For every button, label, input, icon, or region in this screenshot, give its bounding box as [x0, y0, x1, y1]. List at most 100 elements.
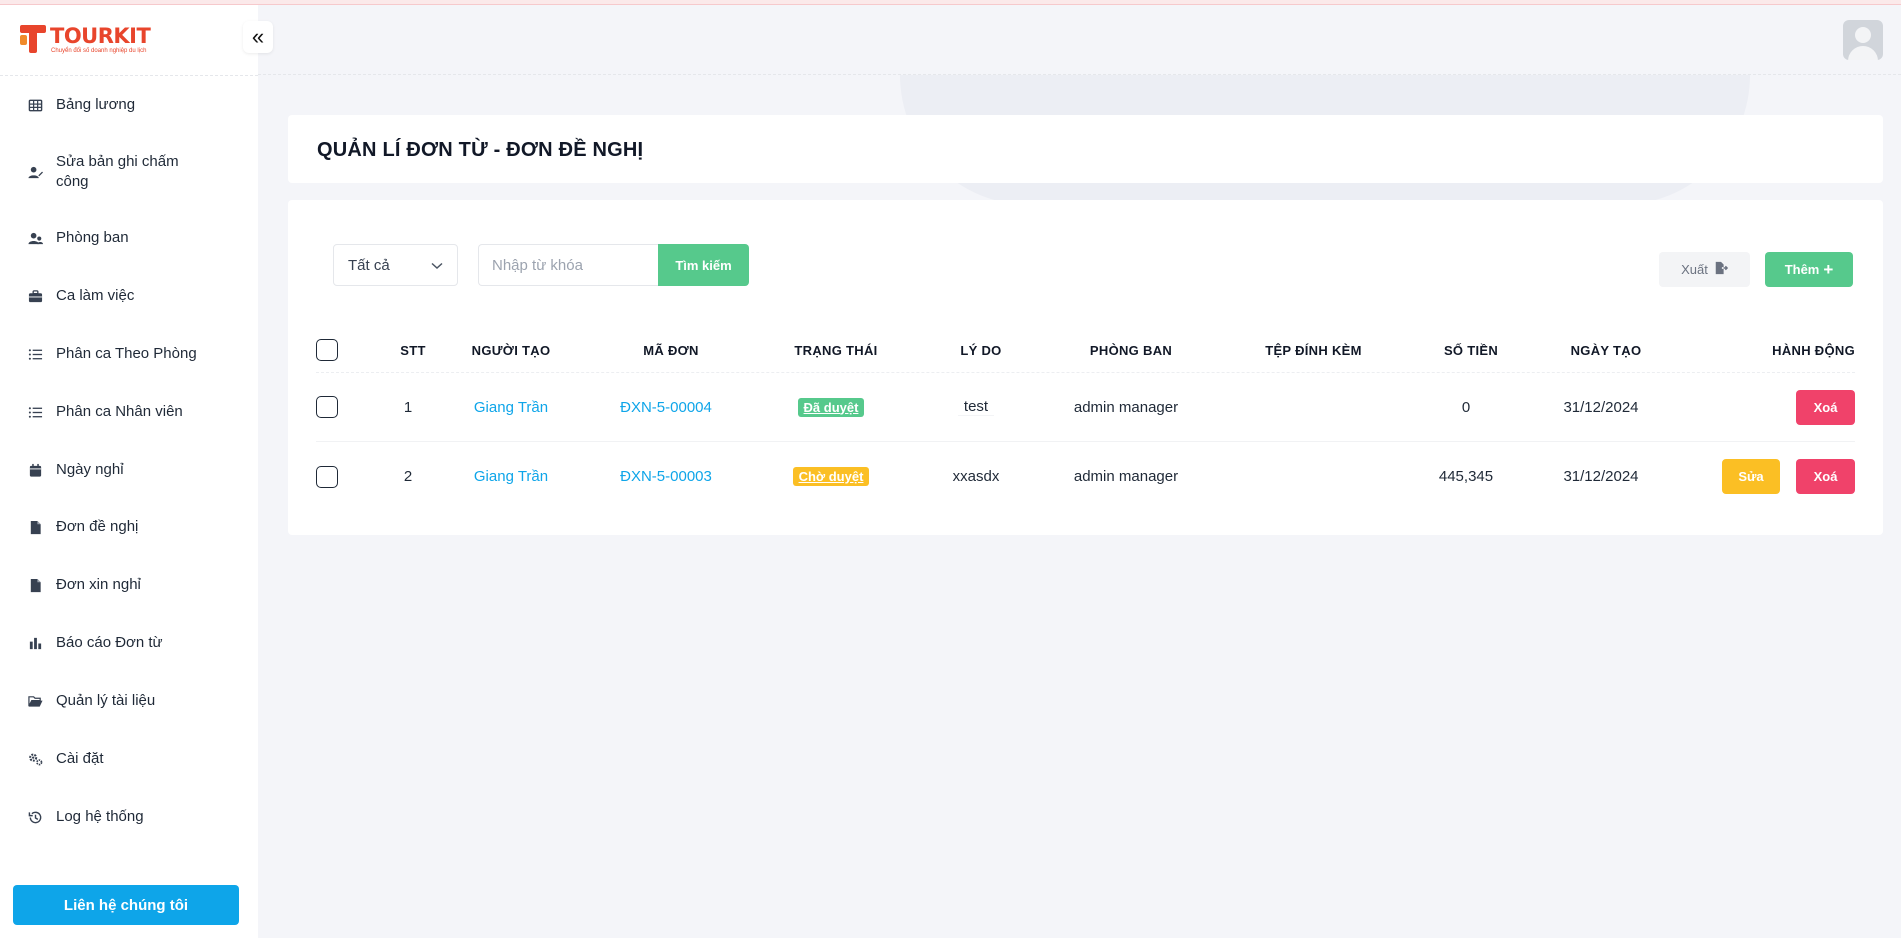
sidebar-item-label: Phòng ban — [56, 229, 129, 246]
contact-us-button[interactable]: Liên hệ chúng tôi — [13, 885, 239, 925]
header-created-date: NGÀY TẠO — [1570, 342, 1642, 358]
row-department: admin manager — [1073, 468, 1179, 485]
row-attachment — [1241, 373, 1386, 441]
brand-logo[interactable]: TOURKIT Chuyển đổi số doanh nghiệp du lị… — [20, 24, 151, 55]
sidebar-item-departments[interactable]: Phòng ban — [0, 220, 258, 278]
row-created-date: 31/12/2024 — [1563, 398, 1639, 416]
row-stt: 1 — [403, 398, 413, 416]
sidebar-item-requests[interactable]: Đơn đề nghị — [0, 510, 258, 568]
sidebar-item-payroll[interactable]: Bảng lương — [0, 84, 258, 142]
row-code-link[interactable]: ĐXN-5-00004 — [606, 373, 726, 441]
export-button-label: Xuất — [1681, 262, 1708, 277]
tourkit-logo-icon — [20, 25, 46, 53]
row-reason: test — [957, 398, 995, 416]
row-code-link[interactable]: ĐXN-5-00003 — [606, 442, 726, 511]
user-avatar[interactable] — [1843, 20, 1883, 60]
chevron-down-icon — [431, 257, 443, 274]
row-stt: 2 — [403, 468, 413, 485]
row-amount: 445,345 — [1438, 468, 1494, 485]
row-amount: 0 — [1461, 398, 1471, 416]
header-department: PHÒNG BAN — [1089, 342, 1173, 358]
header-creator: NGƯỜI TẠO — [471, 342, 551, 358]
page-title-card: QUẢN LÍ ĐƠN TỪ - ĐƠN ĐỀ NGHỊ — [288, 115, 1883, 183]
collapse-sidebar-icon[interactable]: « — [243, 21, 273, 53]
row-created-date: 31/12/2024 — [1563, 468, 1639, 485]
top-bar — [258, 5, 1901, 75]
header-stt: STT — [400, 342, 426, 358]
sidebar-item-label: Bảng lương — [56, 96, 136, 113]
sidebar-divider — [0, 75, 258, 76]
sidebar-item-label: Phân ca Nhân viên — [56, 403, 183, 420]
delete-button[interactable]: Xoá — [1796, 459, 1855, 494]
sidebar-item-label: Ca làm việc — [56, 287, 135, 304]
table-icon — [27, 95, 43, 115]
status-filter-value: Tất cả — [348, 256, 390, 274]
sidebar-item-holidays[interactable]: Ngày nghỉ — [0, 452, 258, 510]
file-export-icon — [1714, 261, 1728, 278]
list-icon — [27, 344, 43, 364]
sidebar-item-shifts[interactable]: Ca làm việc — [0, 278, 258, 336]
brand-name: TOURKIT — [50, 24, 151, 48]
header-status: TRẠNG THÁI — [794, 342, 878, 358]
row-checkbox[interactable] — [316, 465, 338, 488]
users-icon — [27, 228, 43, 248]
sidebar-item-edit-timesheet[interactable]: Sửa bản ghi chấm công — [0, 142, 258, 220]
table-header-row: STT NGƯỜI TẠO MÃ ĐƠN TRẠNG THÁI LÝ DO PH… — [316, 328, 1855, 373]
select-all-checkbox[interactable] — [316, 339, 338, 361]
sidebar-item-reports[interactable]: Báo cáo Đơn từ — [0, 626, 258, 684]
sidebar-item-label: Log hệ thống — [56, 808, 144, 825]
sidebar: TOURKIT Chuyển đổi số doanh nghiệp du lị… — [0, 5, 258, 938]
requests-table: STT NGƯỜI TẠO MÃ ĐƠN TRẠNG THÁI LÝ DO PH… — [316, 328, 1855, 511]
edit-button[interactable]: Sửa — [1722, 459, 1780, 494]
row-attachment — [1241, 442, 1386, 511]
header-amount: SỐ TIỀN — [1443, 342, 1499, 358]
add-button[interactable]: Thêm + — [1765, 252, 1853, 287]
sidebar-item-shift-by-department[interactable]: Phân ca Theo Phòng — [0, 336, 258, 394]
history-icon — [27, 807, 43, 827]
export-button[interactable]: Xuất — [1659, 252, 1750, 287]
sidebar-item-label: Cài đặt — [56, 750, 104, 767]
gears-icon — [27, 749, 43, 769]
page-title: QUẢN LÍ ĐƠN TỪ - ĐƠN ĐỀ NGHỊ — [317, 139, 644, 161]
sidebar-item-documents[interactable]: Quản lý tài liệu — [0, 684, 258, 742]
sidebar-item-system-log[interactable]: Log hệ thống — [0, 800, 258, 858]
row-creator-link[interactable]: Giang Trần — [451, 373, 571, 441]
sidebar-item-label: Đơn đề nghị — [56, 518, 139, 535]
add-button-label: Thêm — [1784, 262, 1820, 277]
search-input[interactable] — [478, 244, 659, 286]
table-row: 2 Giang Trần ĐXN-5-00003 Chờ duyệt xxasd… — [316, 442, 1855, 511]
briefcase-icon — [27, 286, 43, 306]
status-filter-select[interactable]: Tất cả — [333, 244, 458, 286]
user-edit-icon — [27, 162, 43, 182]
calendar-icon — [27, 460, 43, 480]
status-badge[interactable]: Đã duyệt — [797, 397, 865, 417]
bar-chart-icon — [27, 633, 43, 653]
header-reason: LÝ DO — [960, 342, 1002, 358]
sidebar-item-shift-by-employee[interactable]: Phân ca Nhân viên — [0, 394, 258, 452]
sidebar-menu: Bảng lương Sửa bản ghi chấm công Phòng b… — [0, 84, 258, 858]
requests-card: Tất cả Tìm kiếm Xuất Thêm + STT NGƯỜI TẠ… — [288, 200, 1883, 535]
sidebar-item-label: Sửa bản ghi chấm công — [56, 153, 179, 190]
header-actions: HÀNH ĐỘNG — [1772, 342, 1855, 358]
file-icon — [27, 575, 43, 595]
folder-open-icon — [27, 691, 43, 711]
plus-icon: + — [1823, 260, 1834, 279]
status-badge[interactable]: Chờ duyệt — [792, 467, 870, 486]
sidebar-item-label: Ngày nghỉ — [56, 461, 124, 478]
row-creator-link[interactable]: Giang Trần — [451, 442, 571, 511]
row-department: admin manager — [1073, 398, 1179, 416]
sidebar-item-label: Phân ca Theo Phòng — [56, 345, 197, 362]
header-attachment: TỆP ĐÍNH KÈM — [1265, 342, 1362, 358]
row-checkbox[interactable] — [316, 396, 338, 418]
delete-button[interactable]: Xoá — [1796, 389, 1855, 425]
search-button[interactable]: Tìm kiếm — [658, 244, 749, 286]
sidebar-item-label: Báo cáo Đơn từ — [56, 634, 163, 651]
sidebar-item-settings[interactable]: Cài đặt — [0, 742, 258, 800]
sidebar-item-label: Đơn xin nghỉ — [56, 576, 141, 593]
row-reason: xxasdx — [952, 468, 1000, 485]
sidebar-item-leave-requests[interactable]: Đơn xin nghỉ — [0, 568, 258, 626]
sidebar-item-label: Quản lý tài liệu — [56, 692, 156, 709]
table-row: 1 Giang Trần ĐXN-5-00004 Đã duyệt test a… — [316, 373, 1855, 442]
header-code: MÃ ĐƠN — [643, 342, 699, 358]
list-icon — [27, 402, 43, 422]
